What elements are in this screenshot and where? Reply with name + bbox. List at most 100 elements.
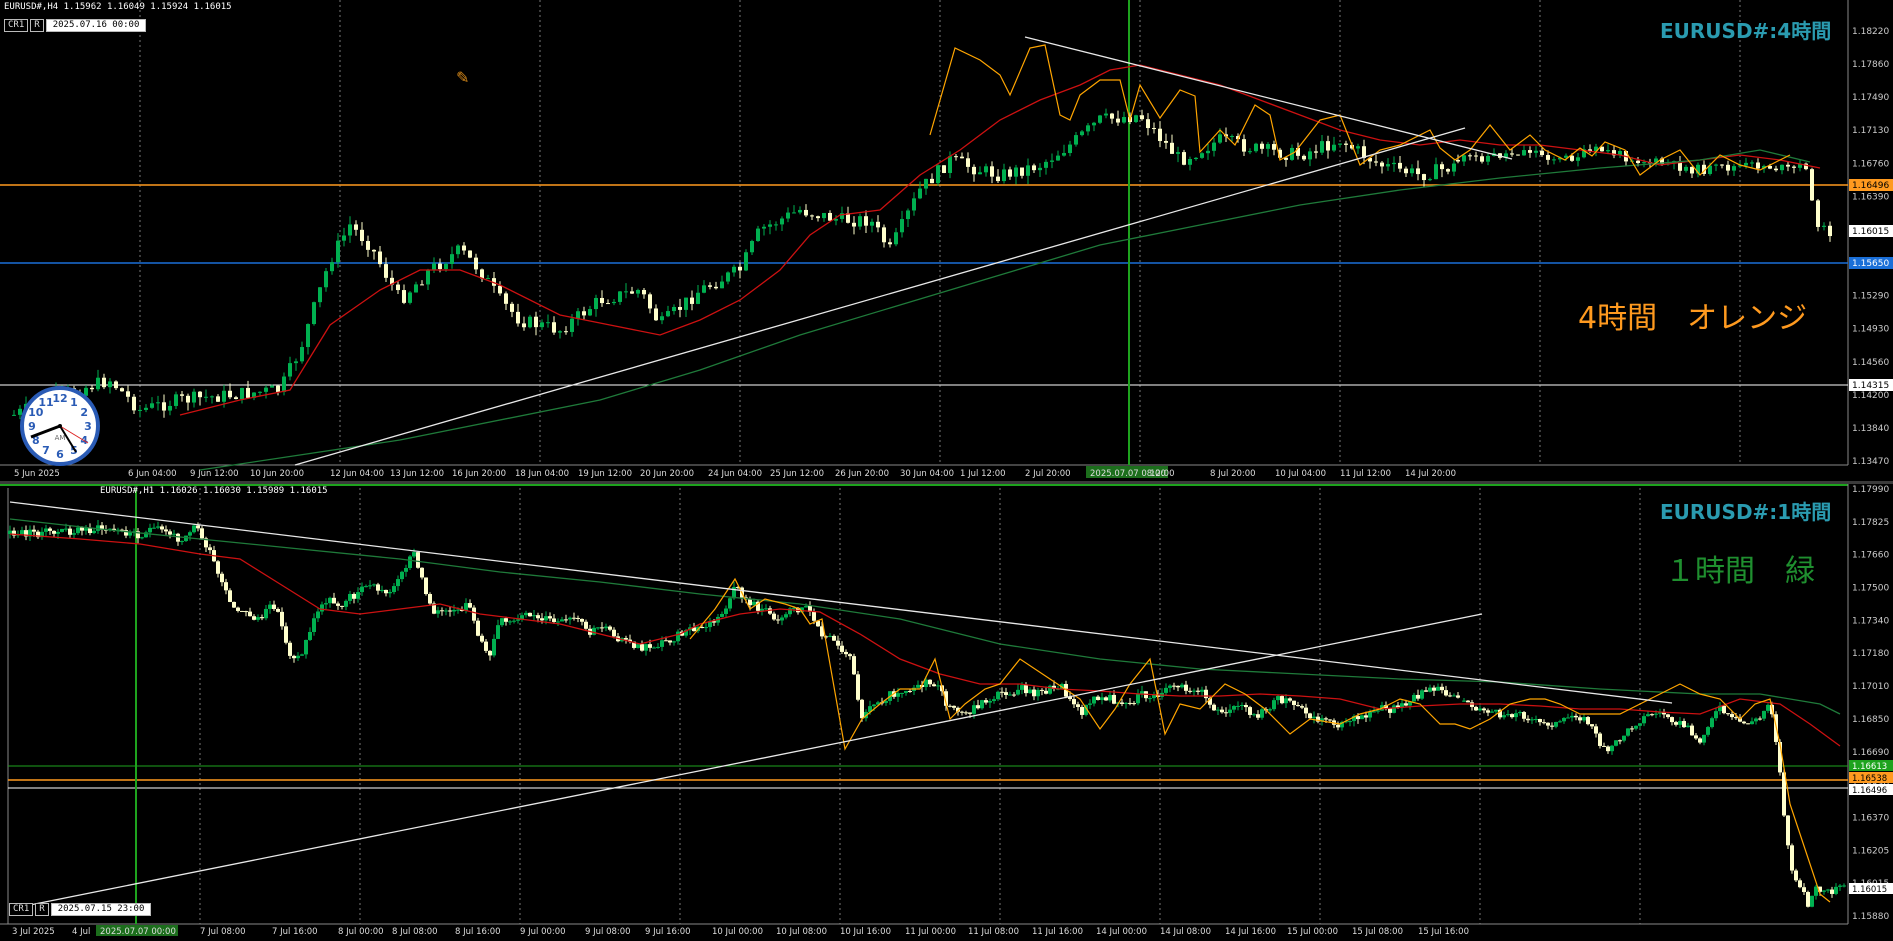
bull-candle <box>780 218 784 225</box>
bull-candle <box>168 405 172 411</box>
bull-candle <box>174 394 178 406</box>
bear-candle <box>584 621 588 629</box>
bear-candle <box>1314 151 1318 153</box>
bull-candle <box>804 606 808 608</box>
bull-candle <box>268 604 272 609</box>
bear-candle <box>564 619 568 621</box>
bear-candle <box>654 308 658 321</box>
bull-candle <box>396 579 400 587</box>
bull-candle <box>1554 721 1558 727</box>
bull-candle <box>524 612 528 616</box>
bear-candle <box>1786 815 1790 846</box>
bear-candle <box>1510 714 1514 718</box>
bull-candle <box>1684 166 1688 171</box>
h4-datetime-field[interactable]: 2025.07.16 00:00 <box>45 19 147 32</box>
bear-candle <box>1650 714 1654 716</box>
bear-candle <box>424 577 428 595</box>
bear-candle <box>848 654 852 657</box>
bear-candle <box>582 311 586 316</box>
h4-r-button[interactable]: R <box>30 19 44 32</box>
bull-candle <box>604 626 608 629</box>
bear-candle <box>1694 735 1698 739</box>
h1-chart-pane[interactable]: 1.17990 1.17825 1.17660 1.17500 1.17340 1.171… <box>0 484 1893 937</box>
bull-candle <box>1514 713 1518 718</box>
price-tick-label: 1.17180 <box>1852 649 1889 659</box>
h4-chart-canvas[interactable]: 1.18220 1.17860 1.17490 1.17130 1.16760 1.163… <box>0 0 1893 481</box>
bull-candle <box>1706 727 1710 735</box>
bear-candle <box>216 396 220 402</box>
bull-candle <box>296 655 300 659</box>
bear-candle <box>996 176 1000 182</box>
bull-candle <box>364 586 368 588</box>
bull-candle <box>1098 115 1102 123</box>
bear-candle <box>1474 155 1478 157</box>
bear-candle <box>176 533 180 542</box>
bull-candle <box>140 537 144 539</box>
bear-candle <box>1256 714 1260 718</box>
clock-number: 11 <box>38 396 53 409</box>
bull-candle <box>1268 709 1272 711</box>
bear-candle <box>340 605 344 607</box>
bull-candle <box>1348 721 1352 723</box>
bull-candle <box>1506 714 1510 716</box>
bull-candle <box>1530 719 1534 721</box>
h4-annotation: 4時間 オレンジ <box>1578 301 1808 336</box>
bear-candle <box>1594 726 1598 734</box>
bear-candle <box>1120 702 1124 704</box>
bear-candle <box>504 618 508 622</box>
bull-candle <box>1428 687 1432 692</box>
bear-candle <box>1008 169 1012 177</box>
bull-candle <box>1410 168 1414 174</box>
bull-candle <box>1732 166 1736 171</box>
bear-candle <box>284 626 288 643</box>
bull-candle <box>372 584 376 586</box>
bear-candle <box>384 264 388 278</box>
zigzag-line <box>929 44 1791 176</box>
bear-candle <box>420 567 424 578</box>
bull-candle <box>660 640 664 647</box>
bull-candle <box>288 363 292 377</box>
bear-candle <box>1176 685 1180 688</box>
bull-candle <box>1320 141 1324 153</box>
bull-candle <box>636 644 640 648</box>
h1-datetime-field[interactable]: 2025.07.15 23:00 <box>50 903 152 916</box>
bull-candle <box>456 245 460 255</box>
bear-candle <box>1666 714 1670 718</box>
bear-candle <box>964 712 968 714</box>
bull-candle <box>1634 725 1638 729</box>
bull-candle <box>1534 150 1538 153</box>
bear-candle <box>1674 722 1678 725</box>
bear-candle <box>1244 705 1248 708</box>
bull-candle <box>500 618 504 626</box>
bull-candle <box>644 644 648 651</box>
bull-candle <box>912 198 916 211</box>
bull-candle <box>904 690 908 693</box>
bull-candle <box>1558 721 1562 723</box>
bear-candle <box>1540 150 1544 156</box>
bull-candle <box>512 620 516 622</box>
bull-candle <box>1020 685 1024 690</box>
h4-chart-pane[interactable]: 1.18220 1.17860 1.17490 1.17130 1.16760 1.163… <box>0 0 1893 483</box>
bull-candle <box>936 165 940 184</box>
bear-candle <box>1204 689 1208 699</box>
h1-cr1-button[interactable]: CR1 <box>9 903 34 916</box>
bull-candle <box>1626 728 1630 736</box>
bear-candle <box>244 611 248 613</box>
bear-candle <box>572 617 576 619</box>
time-tick-label: 26 Jun 20:00 <box>835 469 889 479</box>
h1-r-button[interactable]: R <box>35 903 49 916</box>
bear-candle <box>1280 696 1284 704</box>
h1-chart-canvas[interactable]: 1.17990 1.17825 1.17660 1.17500 1.17340 1.171… <box>0 484 1893 937</box>
bear-candle <box>276 385 280 392</box>
h4-cr1-button[interactable]: CR1 <box>4 19 29 32</box>
bear-candle <box>1550 725 1554 727</box>
bear-candle <box>272 604 276 610</box>
bear-candle <box>522 323 526 328</box>
bull-candle <box>240 387 244 400</box>
time-tick-label: 9 Jul 16:00 <box>645 927 691 937</box>
bull-candle <box>724 608 728 614</box>
bull-candle <box>1622 735 1626 741</box>
bear-candle <box>882 227 886 243</box>
bear-candle <box>1690 166 1694 174</box>
level-tag-text-blue: 1.15650 <box>1852 259 1889 269</box>
